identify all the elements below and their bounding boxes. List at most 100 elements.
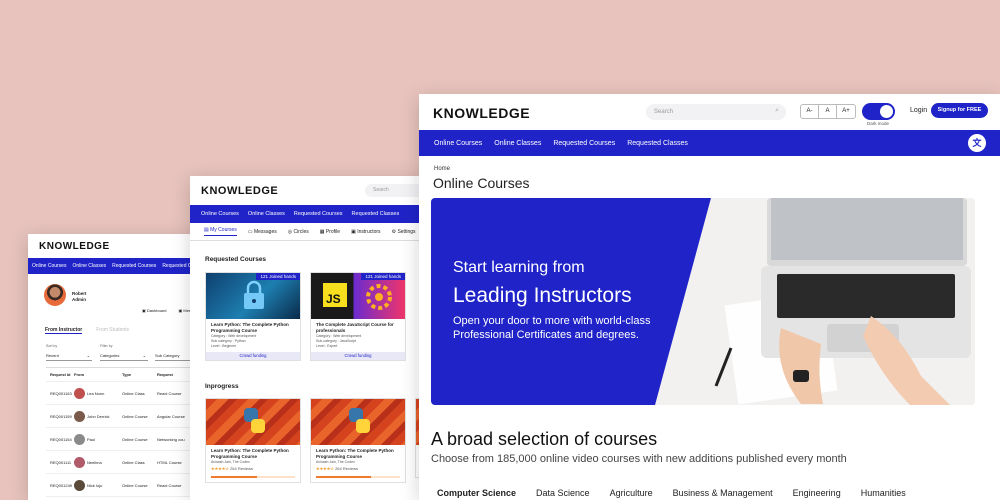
nav-requested-courses[interactable]: Requested Courses <box>112 263 156 269</box>
tab-instructors[interactable]: ▣ Instructors <box>351 229 380 235</box>
table-row[interactable]: REQ001111 Neelima Online Class HTML Cour… <box>46 451 208 474</box>
inprogress-heading: Inprogress <box>205 383 239 390</box>
tab-engineering[interactable]: Engineering <box>793 488 841 498</box>
sort-select[interactable]: Recent ⌄ <box>46 351 92 361</box>
font-normal-button[interactable]: A <box>819 105 837 118</box>
rating-stars: ★★★★☆ 264 Reviews <box>316 466 358 471</box>
col-from: From <box>74 372 84 377</box>
crowd-funding-button[interactable]: Crowd funding <box>311 352 405 360</box>
nav-requested-classes[interactable]: Requested Classes <box>352 211 400 217</box>
requests-table: Request Id From Type Request REQ001163 L… <box>46 367 208 497</box>
brand-logo[interactable]: KNOWLEDGE <box>39 241 110 252</box>
course-card[interactable]: Learn Python: The Complete Python Progra… <box>205 398 301 483</box>
table-row[interactable]: REQ001159 John Derrick Online Course Ang… <box>46 405 208 428</box>
dashboard-link[interactable]: ▣ Dashboard <box>142 308 166 313</box>
hero-description: Open your door to more with world-class … <box>453 315 651 341</box>
tab-from-students[interactable]: From Students <box>96 327 129 334</box>
table-row[interactable]: REQ001163 Lea Nunn Online Class React Co… <box>46 382 208 405</box>
search-input[interactable]: Search ⌕ <box>646 104 786 120</box>
tab-agriculture[interactable]: Agriculture <box>610 488 653 498</box>
nav-requested-courses[interactable]: Requested Courses <box>553 140 615 147</box>
nav-online-classes[interactable]: Online Classes <box>248 211 285 217</box>
avatar <box>74 456 85 468</box>
nav-requested-classes[interactable]: Requested Classes <box>627 140 688 147</box>
category-select[interactable]: Categories ⌄ <box>100 351 148 361</box>
avatar[interactable] <box>44 284 66 306</box>
table-row[interactable]: REQ001249 Nick Ioju Online Course React … <box>46 474 208 497</box>
nav-online-courses[interactable]: Online Courses <box>32 263 66 269</box>
profile-role: Admin <box>72 297 86 302</box>
toggle-knob <box>880 105 893 118</box>
tab-settings[interactable]: ⚙ Settings <box>392 229 416 235</box>
nav-online-courses[interactable]: Online Courses <box>201 211 239 217</box>
joined-badge: 121 Joined hands <box>361 273 405 280</box>
tab-humanities[interactable]: Humanities <box>861 488 906 498</box>
filter-by-label: Filter by <box>100 344 113 348</box>
course-thumbnail: JS 121 Joined hands <box>311 273 405 319</box>
tab-data-science[interactable]: Data Science <box>536 488 590 498</box>
profile-info: Robert Admin <box>72 291 87 303</box>
table-row[interactable]: REQ001154 Paul Online Course Networking … <box>46 428 208 451</box>
svg-text:JS: JS <box>326 292 341 306</box>
font-decrease-button[interactable]: A- <box>801 105 819 118</box>
course-title[interactable]: The Complete JavaScript Course for profe… <box>311 319 405 334</box>
tab-from-instructor[interactable]: From Instructor <box>45 327 83 334</box>
col-type: Type <box>122 372 132 377</box>
hero-line-1: Start learning from <box>453 259 585 276</box>
dark-mode-label: Dark mode <box>867 121 890 126</box>
language-icon[interactable]: 文 <box>968 134 986 152</box>
header: KNOWLEDGE <box>28 234 208 258</box>
font-size-controls: A- A A+ <box>800 104 856 119</box>
login-link[interactable]: Login <box>910 107 927 114</box>
tab-computer-science[interactable]: Computer Science <box>437 488 516 498</box>
search-icon[interactable]: ⌕ <box>775 107 779 115</box>
col-request-id: Request Id <box>50 372 71 377</box>
course-thumbnail: 121 Joined hands <box>206 273 300 319</box>
hero-banner: Start learning from Leading Instructors … <box>431 198 975 405</box>
nav-online-courses[interactable]: Online Courses <box>434 140 482 147</box>
nav-requested-courses[interactable]: Requested Courses <box>294 211 343 217</box>
header: KNOWLEDGE Search <box>190 176 430 205</box>
course-card[interactable]: Learn Python: The Complete Python Progra… <box>310 398 406 483</box>
avatar <box>74 433 85 445</box>
signup-button[interactable]: Signup for FREE <box>931 103 988 118</box>
my-courses-window: KNOWLEDGE Search Online Courses Online C… <box>190 176 430 500</box>
requested-courses-heading: Requested Courses <box>205 256 267 263</box>
profile-tabs: ▤ My Courses ▭ Messages ◎ Circles ▦ Prof… <box>190 223 430 241</box>
breadcrumb[interactable]: Home <box>434 166 450 172</box>
tab-profile[interactable]: ▦ Profile <box>320 229 340 235</box>
progress-bar <box>211 476 295 478</box>
avatar <box>74 387 85 399</box>
course-card[interactable]: 121 Joined hands Learn Python: The Compl… <box>205 272 301 361</box>
course-title[interactable]: Learn Python: The Complete Python Progra… <box>311 445 405 460</box>
dark-mode-toggle[interactable] <box>862 103 895 120</box>
course-card[interactable]: JS 121 Joined hands The Complete JavaScr… <box>310 272 406 361</box>
python-icon <box>349 408 370 433</box>
brand-logo[interactable]: KNOWLEDGE <box>201 185 278 197</box>
nav-online-classes[interactable]: Online Classes <box>494 140 541 147</box>
course-title[interactable]: Learn Python: The Complete Python Progra… <box>206 445 300 460</box>
section-subtitle: Choose from 185,000 online video courses… <box>431 453 847 465</box>
page-title: Online Courses <box>433 175 530 191</box>
tab-circles[interactable]: ◎ Circles <box>288 229 309 235</box>
main-nav: Online Courses Online Classes Requested … <box>28 258 208 274</box>
crowd-funding-button[interactable]: Crowd funding <box>206 352 300 360</box>
main-nav: Online Courses Online Classes Requested … <box>190 205 430 223</box>
progress-bar <box>316 476 400 478</box>
tab-business-management[interactable]: Business & Management <box>673 488 773 498</box>
course-thumbnail <box>311 399 405 445</box>
hero-line-2: Leading Instructors <box>453 284 632 307</box>
tab-messages[interactable]: ▭ Messages <box>248 229 277 235</box>
brand-logo[interactable]: KNOWLEDGE <box>433 105 530 121</box>
chevron-down-icon: ⌄ <box>142 353 146 358</box>
font-increase-button[interactable]: A+ <box>837 105 855 118</box>
header: KNOWLEDGE Search ⌕ A- A A+ Dark mode Log… <box>419 94 1000 130</box>
course-title[interactable]: Learn Python: The Complete Python Progra… <box>206 319 300 334</box>
table-header: Request Id From Type Request <box>46 368 208 382</box>
online-courses-window: KNOWLEDGE Search ⌕ A- A A+ Dark mode Log… <box>419 94 1000 500</box>
rating-stars: ★★★★☆ 264 Reviews <box>211 466 253 471</box>
avatar <box>74 479 85 491</box>
nav-online-classes[interactable]: Online Classes <box>72 263 106 269</box>
python-icon <box>244 408 265 433</box>
tab-my-courses[interactable]: ▤ My Courses <box>204 227 237 236</box>
